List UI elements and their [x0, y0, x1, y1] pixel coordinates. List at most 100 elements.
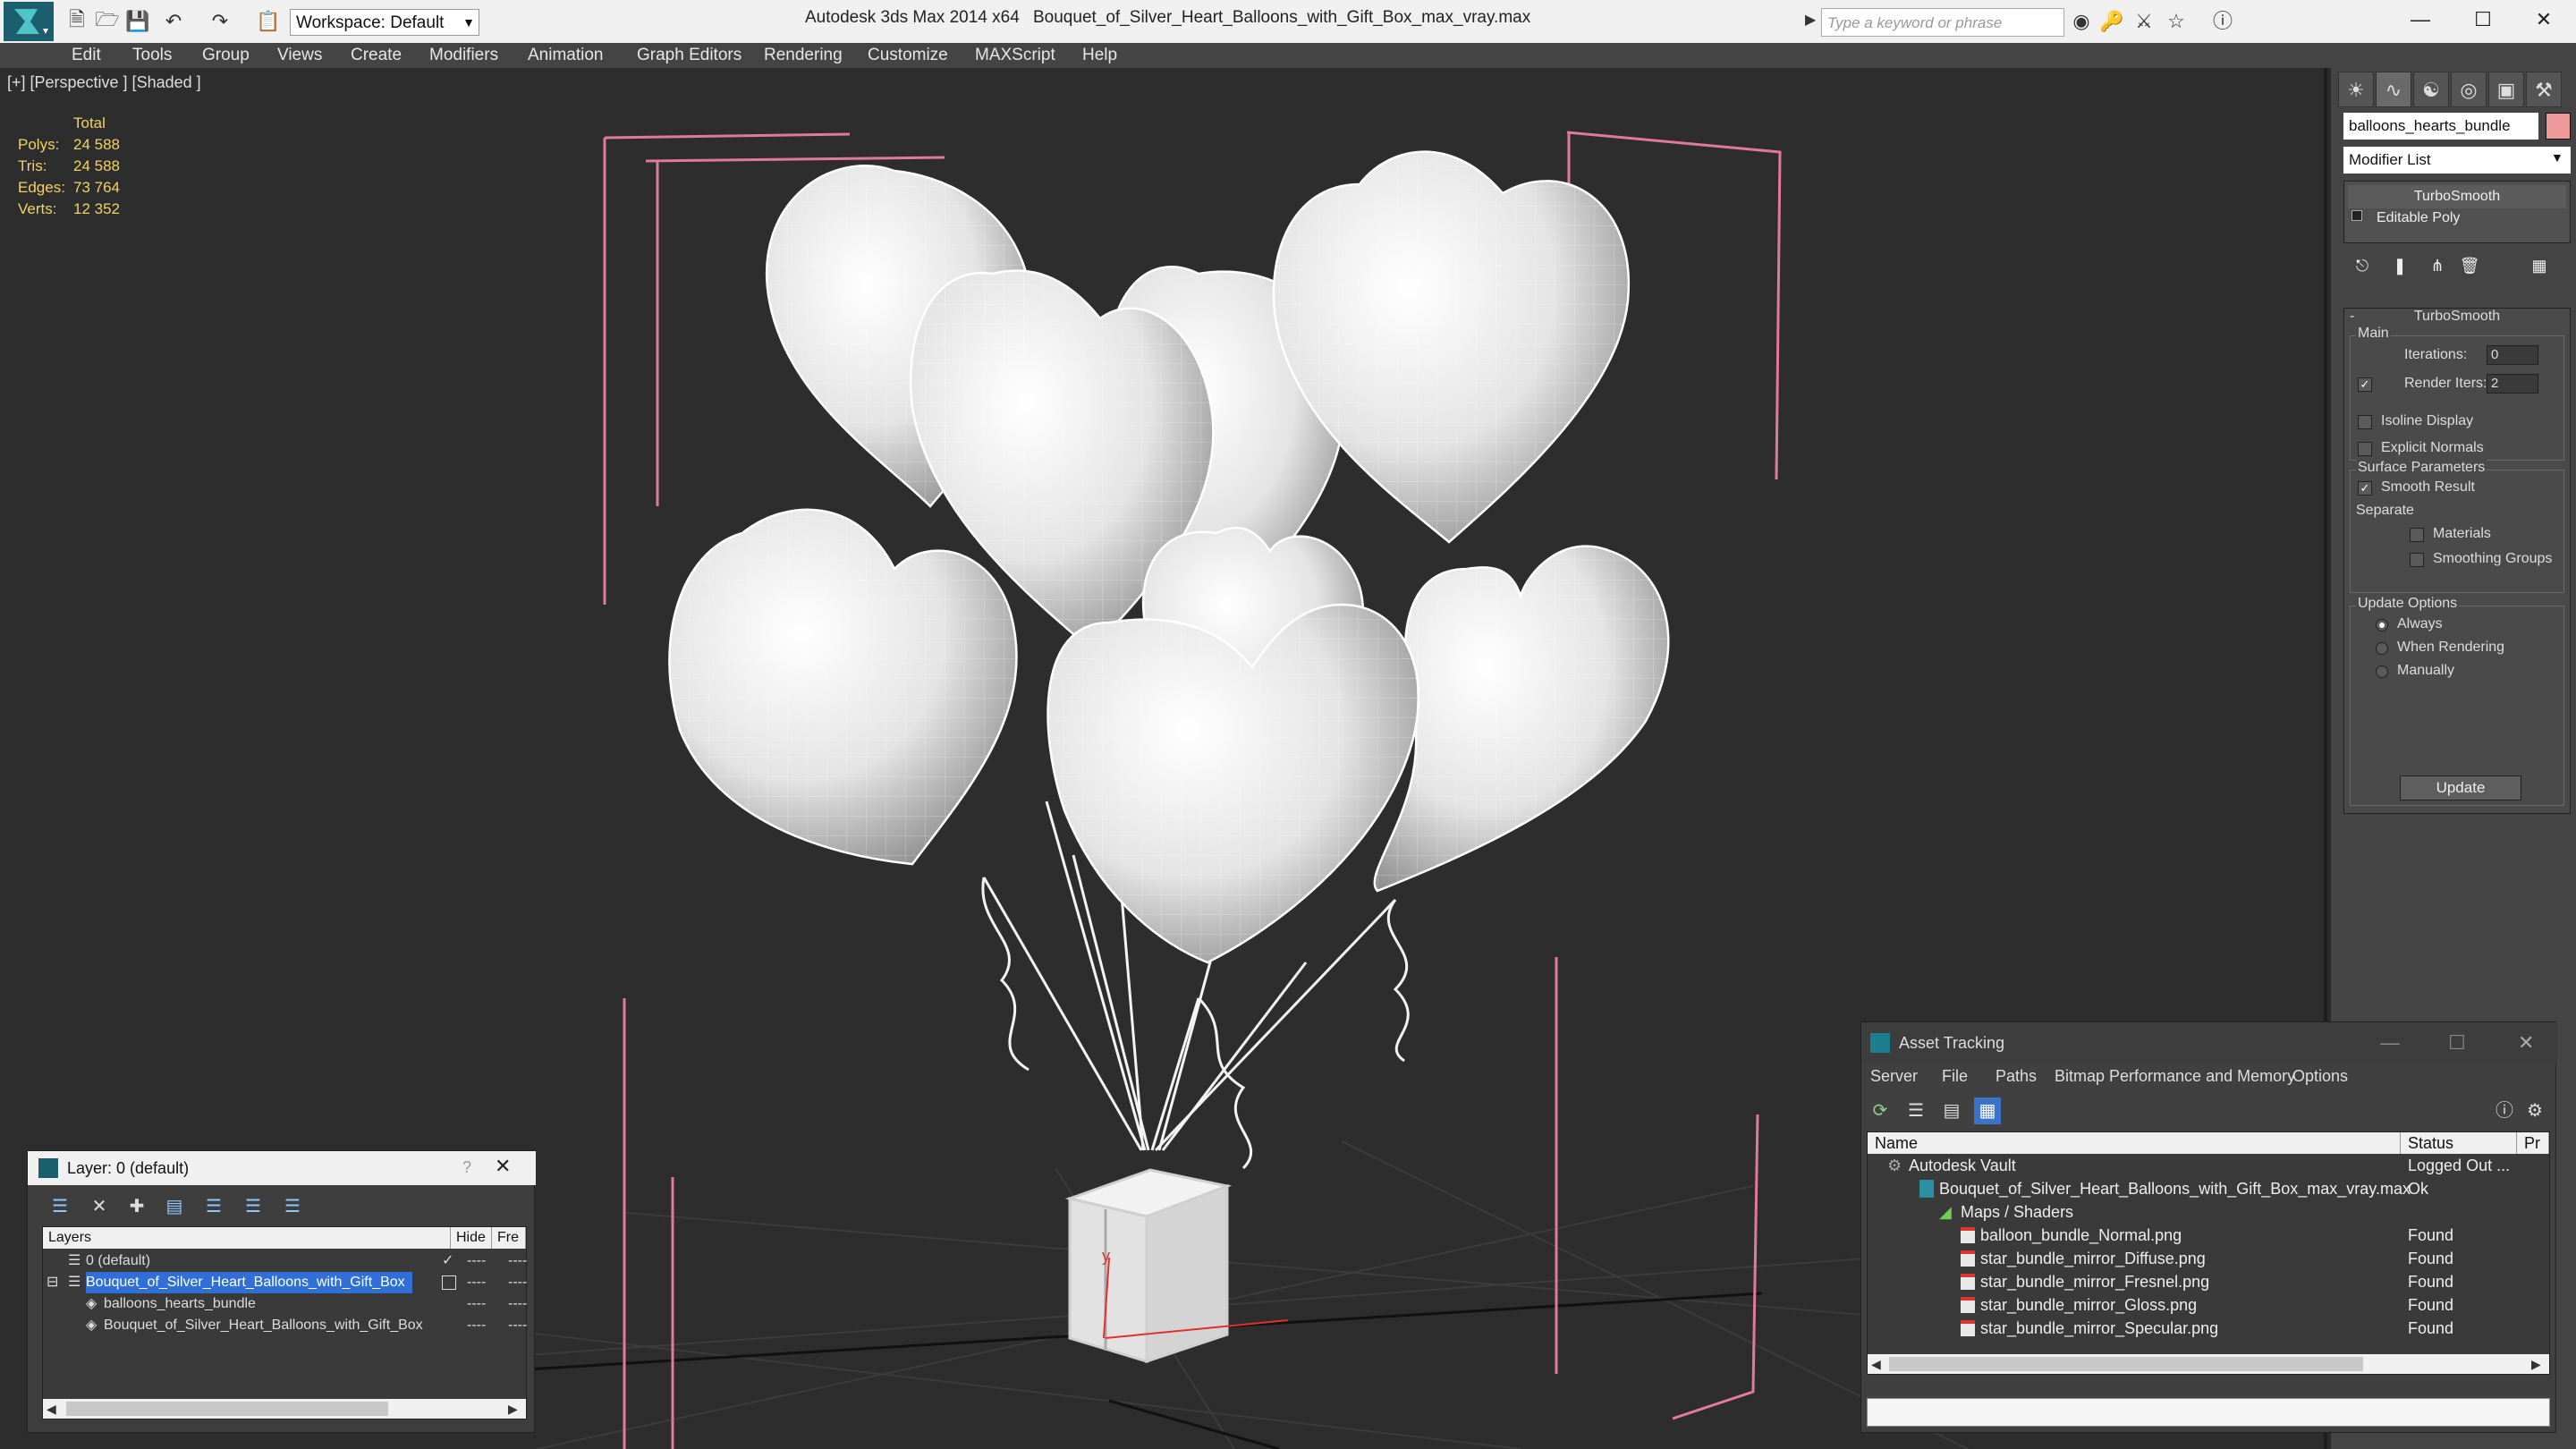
always-radio[interactable] — [2376, 619, 2388, 631]
scroll-left-icon[interactable]: ◀ — [1871, 1354, 1881, 1374]
asset-row[interactable]: ⚙ Autodesk Vault Logged Out ... — [1868, 1154, 2549, 1177]
menu-paths[interactable]: Paths — [1996, 1067, 2037, 1086]
collapse-icon[interactable]: ⊟ — [47, 1272, 58, 1293]
configure-modifier-sets-icon[interactable]: ▦ — [2526, 252, 2553, 279]
layer-row[interactable]: ◈ balloons_hearts_bundle ---- ---- — [43, 1293, 527, 1315]
menu-modifiers[interactable]: Modifiers — [429, 43, 498, 68]
scroll-thumb[interactable] — [66, 1402, 388, 1416]
hide-toggle[interactable]: ---- — [467, 1272, 486, 1293]
help-button[interactable]: ? — [462, 1158, 471, 1177]
freeze-toggle[interactable]: ---- — [508, 1293, 527, 1315]
scroll-left-icon[interactable]: ◀ — [47, 1399, 56, 1419]
create-tab-icon[interactable]: ☀ — [2338, 72, 2374, 107]
redo-icon[interactable]: ↷ — [208, 9, 233, 34]
delete-layer-icon[interactable]: ✕ — [87, 1194, 112, 1219]
modifier-list-dropdown[interactable]: Modifier List — [2343, 147, 2571, 174]
column-status[interactable]: Status — [2401, 1132, 2517, 1154]
help-icon[interactable]: ⓘ — [2209, 9, 2236, 34]
explicit-normals-checkbox[interactable] — [2358, 442, 2372, 456]
favorites-icon[interactable]: ☆ — [2163, 9, 2190, 34]
freeze-all-layers-icon[interactable]: ☰ — [280, 1194, 305, 1219]
column-layers[interactable]: Layers — [43, 1227, 451, 1249]
when-rendering-radio[interactable] — [2376, 642, 2388, 655]
workspace-select[interactable]: Workspace: Default — [290, 9, 479, 36]
list-view-icon[interactable]: ☰ — [1902, 1097, 1929, 1124]
search-expand-icon[interactable]: ▶ — [1805, 11, 1816, 29]
close-icon[interactable]: ✕ — [495, 1155, 511, 1178]
make-unique-icon[interactable]: ⋔ — [2424, 252, 2451, 279]
rollout-title[interactable]: TurboSmooth — [2344, 309, 2570, 325]
chevron-down-icon[interactable]: ▼ — [2551, 150, 2563, 165]
layer-row[interactable]: ☰ 0 (default) ✓ ---- ---- — [43, 1250, 527, 1272]
menu-rendering[interactable]: Rendering — [764, 43, 843, 68]
menu-tools[interactable]: Tools — [132, 43, 172, 68]
utilities-tab-icon[interactable]: ⚒ — [2526, 72, 2562, 107]
menu-options[interactable]: Options — [2292, 1067, 2348, 1086]
column-hide[interactable]: Hide — [451, 1227, 492, 1249]
asset-path-field[interactable] — [1867, 1398, 2550, 1427]
project-folder-icon[interactable]: 📋 — [256, 9, 281, 34]
scroll-thumb[interactable] — [1889, 1357, 2363, 1371]
refresh-icon[interactable]: ⟳ — [1867, 1097, 1894, 1124]
asset-row[interactable]: star_bundle_mirror_Diffuse.png Found — [1868, 1247, 2549, 1270]
layer-row[interactable]: ◈ Bouquet_of_Silver_Heart_Balloons_with_… — [43, 1315, 527, 1336]
select-objects-icon[interactable]: ▤ — [162, 1194, 187, 1219]
minimize-button[interactable]: — — [2380, 1031, 2400, 1055]
chevron-down-icon[interactable]: ▼ — [458, 9, 479, 36]
help-icon[interactable]: ⓘ — [2491, 1097, 2518, 1124]
search-input[interactable]: Type a keyword or phrase — [1821, 8, 2064, 37]
freeze-toggle[interactable]: ---- — [508, 1315, 527, 1336]
communication-center-icon[interactable]: ⚔ — [2131, 9, 2157, 34]
render-iters-spinner[interactable]: 2 — [2487, 374, 2538, 394]
hide-toggle[interactable]: ---- — [467, 1250, 486, 1272]
layer-row[interactable]: ⊟ ☰ Bouquet_of_Silver_Heart_Balloons_wit… — [43, 1272, 527, 1293]
hierarchy-tab-icon[interactable]: ☯ — [2413, 72, 2449, 107]
asset-row[interactable]: star_bundle_mirror_Fresnel.png Found — [1868, 1270, 2549, 1293]
menu-file[interactable]: File — [1942, 1067, 1968, 1086]
manually-radio[interactable] — [2376, 665, 2388, 678]
horizontal-scrollbar[interactable]: ◀ ▶ — [1868, 1354, 2549, 1374]
update-button[interactable]: Update — [2400, 775, 2521, 801]
column-name[interactable]: Name — [1868, 1132, 2401, 1154]
app-menu-button[interactable] — [4, 2, 54, 41]
scroll-right-icon[interactable]: ▶ — [508, 1399, 518, 1419]
maximize-button[interactable]: ☐ — [2451, 0, 2515, 39]
undo-icon[interactable]: ↶ — [161, 9, 186, 34]
column-freeze[interactable]: Fre — [492, 1227, 526, 1249]
asset-row[interactable]: ◢ Maps / Shaders — [1868, 1200, 2549, 1224]
tree-view-icon[interactable]: ▤ — [1938, 1097, 1965, 1124]
scroll-right-icon[interactable]: ▶ — [2531, 1354, 2541, 1374]
materials-checkbox[interactable] — [2410, 528, 2424, 542]
minimize-button[interactable]: — — [2388, 0, 2453, 39]
menu-group[interactable]: Group — [202, 43, 250, 68]
display-tab-icon[interactable]: ▣ — [2488, 72, 2524, 107]
smooth-result-checkbox[interactable]: ✓ — [2358, 481, 2372, 496]
horizontal-scrollbar[interactable]: ◀ ▶ — [43, 1399, 526, 1419]
modify-tab-icon[interactable]: ∿ — [2376, 72, 2411, 107]
object-color-swatch[interactable] — [2546, 113, 2571, 140]
freeze-toggle[interactable]: ---- — [508, 1250, 527, 1272]
freeze-toggle[interactable]: ---- — [508, 1272, 527, 1293]
table-view-icon[interactable]: ▦ — [1974, 1097, 2001, 1124]
isoline-display-checkbox[interactable] — [2358, 415, 2372, 429]
pin-stack-icon[interactable]: ⎋ — [2349, 252, 2376, 279]
add-to-layer-icon[interactable]: ✚ — [124, 1194, 149, 1219]
save-icon[interactable]: 💾 — [125, 9, 150, 34]
motion-tab-icon[interactable]: ◎ — [2451, 72, 2487, 107]
active-layer-check-icon[interactable]: ✓ — [442, 1250, 453, 1272]
set-active-layer-icon[interactable] — [442, 1275, 456, 1290]
stack-item-turbosmooth[interactable]: TurboSmooth — [2348, 185, 2566, 208]
subscription-icon[interactable]: 🔑 — [2098, 9, 2125, 34]
create-layer-icon[interactable]: ☰ — [47, 1194, 72, 1219]
viewport-label[interactable]: [+] [Perspective ] [Shaded ] — [7, 73, 201, 92]
layer-dialog-title[interactable]: Layer: 0 (default) — [28, 1151, 536, 1185]
stack-item-editable-poly[interactable]: Editable Poly — [2348, 207, 2566, 230]
close-button[interactable]: ✕ — [2518, 1031, 2534, 1055]
menu-views[interactable]: Views — [277, 43, 322, 68]
asset-row[interactable]: star_bundle_mirror_Gloss.png Found — [1868, 1293, 2549, 1317]
show-end-result-icon[interactable]: ❚ — [2386, 252, 2413, 279]
menu-maxscript[interactable]: MAXScript — [975, 43, 1055, 68]
open-file-icon[interactable]: 🗁 — [95, 8, 120, 34]
menu-server[interactable]: Server — [1870, 1067, 1918, 1086]
settings-icon[interactable]: ⚙ — [2521, 1097, 2548, 1124]
